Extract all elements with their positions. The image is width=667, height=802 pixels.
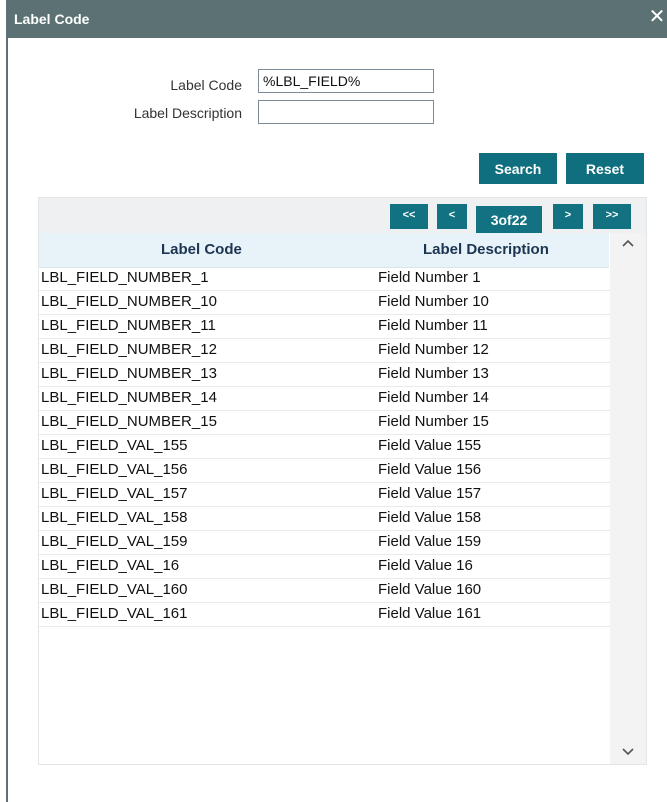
reset-button[interactable]: Reset <box>566 153 644 184</box>
cell-label-code: LBL_FIELD_NUMBER_14 <box>41 389 217 406</box>
search-button[interactable]: Search <box>479 153 557 184</box>
cell-label-code: LBL_FIELD_NUMBER_1 <box>41 269 209 286</box>
cell-label-description: Field Value 155 <box>378 437 482 454</box>
label-description-label: Label Description <box>133 105 242 121</box>
table-row[interactable]: LBL_FIELD_VAL_161 Field Value 161 <box>39 603 611 627</box>
table-row[interactable]: LBL_FIELD_NUMBER_14 Field Number 14 <box>39 387 611 411</box>
chevron-down-icon[interactable] <box>621 744 635 758</box>
cell-label-code: LBL_FIELD_VAL_155 <box>41 437 188 454</box>
first-page-button[interactable]: << <box>390 204 428 229</box>
table-row[interactable]: LBL_FIELD_NUMBER_1 Field Number 1 <box>39 267 611 291</box>
table-body: LBL_FIELD_NUMBER_1 Field Number 1 LBL_FIE… <box>39 267 611 627</box>
cell-label-description: Field Number 1 <box>378 269 481 286</box>
table-row[interactable]: LBL_FIELD_NUMBER_15 Field Number 15 <box>39 411 611 435</box>
table-row[interactable]: LBL_FIELD_VAL_155 Field Value 155 <box>39 435 611 459</box>
column-header-label-code[interactable]: Label Code <box>161 241 242 258</box>
cell-label-description: Field Number 14 <box>378 389 489 406</box>
cell-label-code: LBL_FIELD_VAL_156 <box>41 461 188 478</box>
cell-label-description: Field Value 161 <box>378 605 482 622</box>
table-row[interactable]: LBL_FIELD_NUMBER_11 Field Number 11 <box>39 315 611 339</box>
label-code-input[interactable] <box>258 69 434 93</box>
table-row[interactable]: LBL_FIELD_VAL_158 Field Value 158 <box>39 507 611 531</box>
cell-label-code: LBL_FIELD_NUMBER_13 <box>41 365 217 382</box>
dialog-title: Label Code <box>14 11 90 27</box>
close-icon[interactable]: ✕ <box>647 5 667 29</box>
cell-label-code: LBL_FIELD_VAL_159 <box>41 533 188 550</box>
cell-label-code: LBL_FIELD_NUMBER_10 <box>41 293 217 310</box>
table-row[interactable]: LBL_FIELD_VAL_16 Field Value 16 <box>39 555 611 579</box>
cell-label-description: Field Number 11 <box>378 317 488 334</box>
label-code-label: Label Code <box>170 77 242 93</box>
chevron-up-icon[interactable] <box>621 237 635 251</box>
cell-label-description: Field Number 12 <box>378 341 489 358</box>
last-page-button[interactable]: >> <box>593 204 631 229</box>
column-header-label-description[interactable]: Label Description <box>423 241 549 258</box>
table-row[interactable]: LBL_FIELD_VAL_159 Field Value 159 <box>39 531 611 555</box>
page-indicator: 3of22 <box>476 206 542 235</box>
cell-label-description: Field Value 157 <box>378 485 482 502</box>
window-edge <box>0 0 8 802</box>
cell-label-code: LBL_FIELD_NUMBER_15 <box>41 413 217 430</box>
cell-label-code: LBL_FIELD_NUMBER_12 <box>41 341 217 358</box>
cell-label-description: Field Number 15 <box>378 413 489 430</box>
cell-label-description: Field Number 10 <box>378 293 489 310</box>
cell-label-code: LBL_FIELD_VAL_160 <box>41 581 188 598</box>
cell-label-description: Field Value 156 <box>378 461 482 478</box>
cell-label-code: LBL_FIELD_NUMBER_11 <box>41 317 216 334</box>
next-page-button[interactable]: > <box>553 204 583 229</box>
table-row[interactable]: LBL_FIELD_VAL_157 Field Value 157 <box>39 483 611 507</box>
cell-label-description: Field Value 16 <box>378 557 473 574</box>
cell-label-code: LBL_FIELD_VAL_16 <box>41 557 180 574</box>
vertical-scrollbar[interactable] <box>610 233 646 764</box>
table-row[interactable]: LBL_FIELD_NUMBER_13 Field Number 13 <box>39 363 611 387</box>
table-row[interactable]: LBL_FIELD_VAL_160 Field Value 160 <box>39 579 611 603</box>
table-header: Label Code Label Description <box>39 233 609 268</box>
cell-label-description: Field Value 159 <box>378 533 482 550</box>
prev-page-button[interactable]: < <box>437 204 467 229</box>
pager: << < 3of22 > >> <box>39 198 646 235</box>
cell-label-code: LBL_FIELD_VAL_161 <box>41 605 188 622</box>
label-description-input[interactable] <box>258 100 434 124</box>
cell-label-description: Field Value 158 <box>378 509 482 526</box>
cell-label-code: LBL_FIELD_VAL_158 <box>41 509 188 526</box>
table-row[interactable]: LBL_FIELD_NUMBER_12 Field Number 12 <box>39 339 611 363</box>
table-row[interactable]: LBL_FIELD_VAL_156 Field Value 156 <box>39 459 611 483</box>
cell-label-description: Field Number 13 <box>378 365 489 382</box>
cell-label-description: Field Value 160 <box>378 581 482 598</box>
results-grid: << < 3of22 > >> Label Code Label Descrip… <box>38 197 647 765</box>
dialog-titlebar: Label Code ✕ <box>8 0 667 38</box>
cell-label-code: LBL_FIELD_VAL_157 <box>41 485 188 502</box>
table-row[interactable]: LBL_FIELD_NUMBER_10 Field Number 10 <box>39 291 611 315</box>
